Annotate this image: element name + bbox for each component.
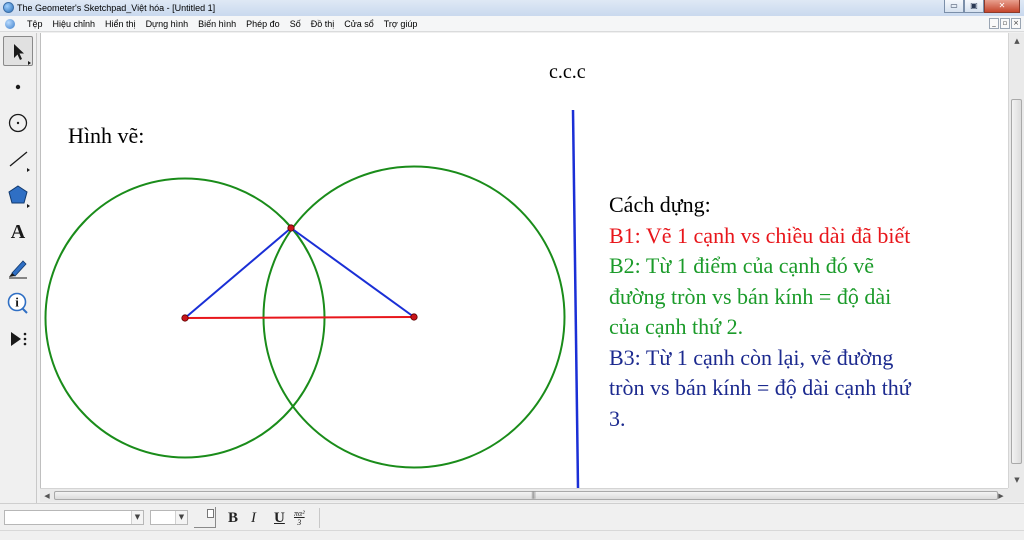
doc-minimize-button[interactable]: _: [989, 18, 999, 29]
step-3-line-2: tròn vs bán kính = độ dài cạnh thứ: [609, 375, 911, 400]
step-2-line-3: của cạnh thứ 2.: [609, 314, 744, 339]
sketchpad-app-icon: [3, 2, 14, 13]
scroll-up-arrow-icon[interactable]: ▲: [1009, 33, 1024, 49]
triangle-side-right[interactable]: [290, 227, 415, 318]
doc-restore-button[interactable]: ▫: [1000, 18, 1010, 29]
format-separator: [319, 508, 320, 528]
scroll-right-arrow-icon[interactable]: ▶: [994, 489, 1008, 503]
status-bar: [0, 530, 1024, 540]
menu-graph[interactable]: Đồ thị: [306, 16, 340, 32]
font-size-select[interactable]: ▼: [150, 510, 188, 525]
underline-button[interactable]: U: [274, 509, 285, 527]
menu-help[interactable]: Trợ giúp: [379, 16, 423, 32]
point-tool[interactable]: [3, 72, 33, 102]
compass-tool[interactable]: [3, 108, 33, 138]
math-format-button[interactable]: πα² 3: [294, 509, 305, 527]
math-format-top: πα²: [294, 509, 305, 518]
vertical-scroll-thumb[interactable]: [1011, 99, 1022, 464]
text-tool-icon: A: [11, 221, 26, 243]
text-tool[interactable]: A: [3, 216, 33, 246]
horizontal-scroll-thumb[interactable]: |||: [54, 491, 998, 500]
vertical-scrollbar[interactable]: ▲ ▼: [1008, 33, 1024, 488]
straightedge-tool[interactable]: [3, 144, 33, 174]
base-segment[interactable]: [184, 316, 415, 319]
information-icon: i: [7, 292, 28, 314]
toolbox: A i: [0, 33, 37, 503]
marker-pen-icon: [9, 260, 27, 279]
menu-number[interactable]: Số: [285, 16, 306, 32]
doc-close-button[interactable]: ×: [1011, 18, 1021, 29]
steps-title: Cách dựng:: [609, 192, 711, 217]
document-window-controls: _ ▫ ×: [989, 18, 1021, 29]
menu-items: Tệp Hiệu chỉnh Hiển thị Dựng hình Biến h…: [22, 16, 422, 32]
italic-button[interactable]: I: [251, 509, 256, 527]
text-color-button[interactable]: [194, 507, 216, 528]
scroll-down-arrow-icon[interactable]: ▼: [1009, 472, 1024, 488]
menu-file[interactable]: Tệp: [22, 16, 48, 32]
straightedge-icon: [9, 151, 30, 172]
chevron-down-icon: ▼: [175, 511, 187, 524]
math-format-bottom: 3: [297, 518, 302, 527]
polygon-icon: [8, 185, 30, 208]
custom-tool-icon: [11, 332, 27, 346]
scroll-left-arrow-icon[interactable]: ◀: [40, 489, 54, 503]
window-title: The Geometer's Sketchpad_Việt hóa - [Unt…: [17, 3, 216, 13]
minimize-button[interactable]: ▭: [944, 0, 964, 13]
menu-window[interactable]: Cửa sổ: [339, 16, 379, 32]
arrow-select-icon: [14, 44, 31, 65]
step-2-line-2: đường tròn vs bán kính = độ dài: [609, 283, 892, 309]
scroll-grip-icon: |||: [531, 491, 536, 499]
document-icon[interactable]: [5, 19, 15, 29]
point-apex[interactable]: [287, 224, 295, 232]
scrollbar-corner: [1008, 488, 1024, 502]
information-tool[interactable]: i: [3, 288, 33, 318]
menu-measure[interactable]: Phép đo: [241, 16, 285, 32]
menu-transform[interactable]: Biến hình: [193, 16, 241, 32]
text-tool-glyph: A: [11, 221, 26, 243]
maximize-button[interactable]: ▣: [964, 0, 984, 13]
information-glyph: i: [15, 295, 19, 310]
chevron-down-icon: ▼: [131, 511, 143, 524]
font-family-select[interactable]: ▼: [4, 510, 144, 525]
menu-bar: Tệp Hiệu chỉnh Hiển thị Dựng hình Biến h…: [0, 16, 1024, 32]
step-1-line: B1: Vẽ 1 cạnh vs chiều dài đã biết: [609, 222, 911, 248]
bold-button[interactable]: B: [228, 509, 238, 527]
point-icon: [15, 84, 21, 90]
step-3-line-3: 3.: [609, 405, 626, 431]
sketch-canvas[interactable]: c.c.c Hình vẽ: Cách dựng: B1: Vẽ 1 cạnh …: [40, 33, 1008, 488]
compass-circle-icon: [8, 113, 28, 133]
step-3-line-1: B3: Từ 1 cạnh còn lại, vẽ đường: [609, 344, 894, 370]
horizontal-scrollbar[interactable]: ◀ ||| ▶: [40, 488, 1008, 502]
title-bar: The Geometer's Sketchpad_Việt hóa - [Unt…: [0, 0, 1024, 16]
menu-edit[interactable]: Hiệu chỉnh: [48, 16, 101, 32]
heading-ccc[interactable]: c.c.c: [549, 61, 586, 84]
menu-display[interactable]: Hiển thị: [100, 16, 141, 32]
close-button[interactable]: ✕: [984, 0, 1020, 13]
triangle-side-left[interactable]: [184, 227, 292, 319]
divider-line[interactable]: [571, 109, 580, 488]
custom-tool[interactable]: [3, 324, 33, 354]
text-format-bar: ▼ ▼ B I U πα² 3: [0, 503, 1024, 530]
point-right[interactable]: [410, 313, 418, 321]
polygon-tool[interactable]: [3, 180, 33, 210]
figure-label[interactable]: Hình vẽ:: [68, 123, 144, 149]
window-controls: ▭ ▣ ✕: [944, 0, 1020, 14]
point-left[interactable]: [181, 314, 189, 322]
step-2-line-1: B2: Từ 1 điểm của cạnh đó vẽ: [609, 253, 875, 278]
arrow-tool[interactable]: [3, 36, 33, 66]
construction-steps[interactable]: Cách dựng: B1: Vẽ 1 cạnh vs chiều dài đã…: [609, 190, 1004, 434]
marker-tool[interactable]: [3, 252, 33, 282]
menu-construct[interactable]: Dựng hình: [141, 16, 194, 32]
sketchpad-window: The Geometer's Sketchpad_Việt hóa - [Unt…: [0, 0, 1024, 540]
